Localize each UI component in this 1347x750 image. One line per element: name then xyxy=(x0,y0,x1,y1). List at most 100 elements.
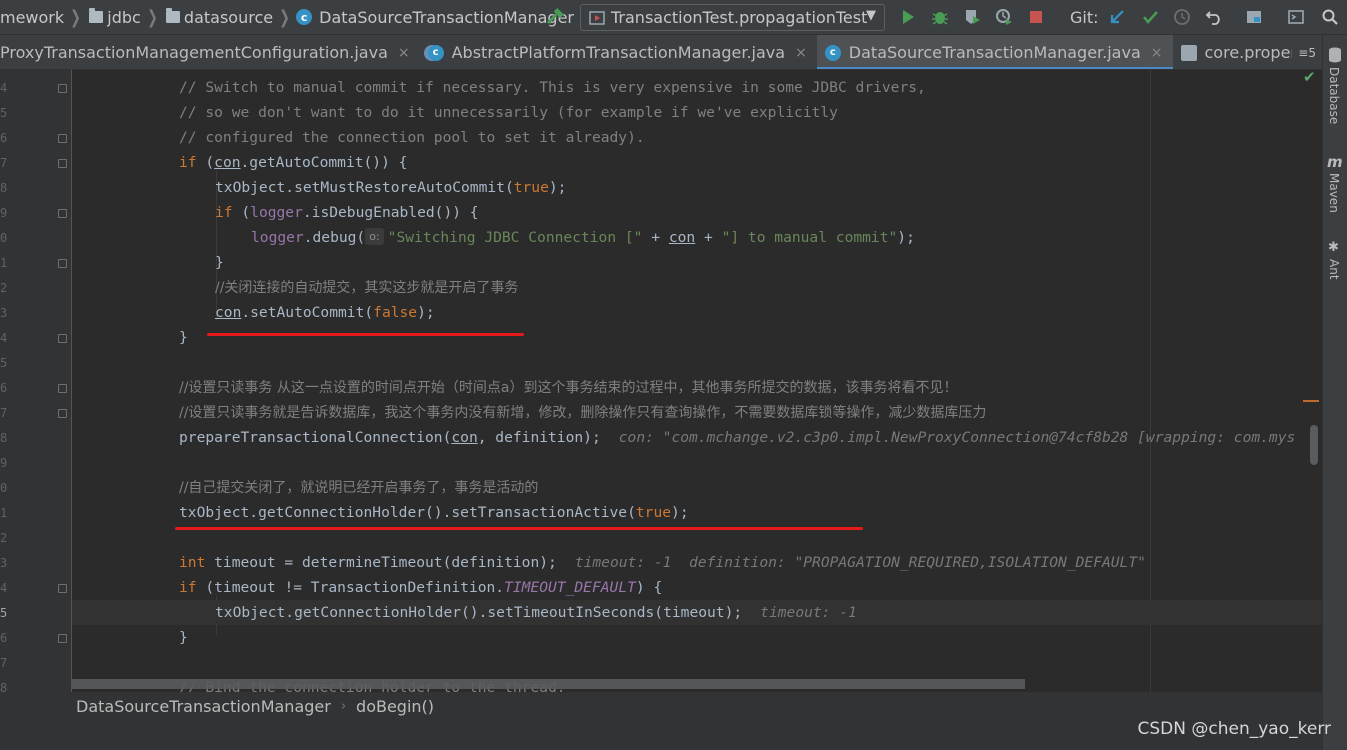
fold-marker-icon[interactable] xyxy=(58,259,67,268)
close-icon[interactable]: × xyxy=(398,45,410,61)
history-icon[interactable] xyxy=(1168,3,1196,31)
current-code-line: txObject.getConnectionHolder().setTimeou… xyxy=(72,600,1322,625)
coverage-icon[interactable] xyxy=(958,3,986,31)
code-line: } xyxy=(179,325,1322,350)
fold-marker-icon[interactable] xyxy=(58,159,67,168)
breadcrumb-label: datasource xyxy=(183,7,274,27)
fold-marker-icon[interactable] xyxy=(58,334,67,343)
run-configuration-select[interactable]: TransactionTest.propagationTest ▼ xyxy=(580,4,885,31)
search-icon[interactable] xyxy=(1316,3,1344,31)
line-number: 6 xyxy=(0,381,8,395)
code-line: // configured the connection pool to set… xyxy=(179,125,1322,150)
code-text: .getAutoCommit()) { xyxy=(240,154,408,171)
code-editor[interactable]: // Switch to manual commit if necessary.… xyxy=(72,70,1322,692)
code-line: // so we don't want to do it unnecessari… xyxy=(179,100,1322,125)
fold-marker-icon[interactable] xyxy=(58,584,67,593)
code-text: } xyxy=(179,629,188,646)
tab-abstract-platform-tm[interactable]: c AbstractPlatformTransactionManager.jav… xyxy=(420,35,817,69)
code-line: if (timeout != TransactionDefinition.TIM… xyxy=(179,575,1322,600)
line-number: 7 xyxy=(0,406,8,420)
breadcrumb-item[interactable]: datasource xyxy=(164,0,273,35)
string-literal: "] to manual commit" xyxy=(721,229,898,246)
code-text: , definition); xyxy=(477,429,601,446)
database-icon[interactable] xyxy=(1328,47,1342,67)
class-icon: c xyxy=(824,44,841,61)
project-structure-icon[interactable] xyxy=(1240,3,1268,31)
tool-window-database[interactable]: Database xyxy=(1327,67,1341,124)
code-line: if (con.getAutoCommit()) { xyxy=(179,150,1322,175)
tab-overflow-label: ≡5 xyxy=(1298,45,1316,60)
terminal-window-icon[interactable] xyxy=(1282,3,1310,31)
line-number: 8 xyxy=(0,431,8,445)
line-number: 5 xyxy=(0,356,8,370)
ant-icon[interactable]: ✱ xyxy=(1328,240,1339,255)
breadcrumb-item[interactable]: jdbc xyxy=(87,0,141,35)
tool-window-ant[interactable]: Ant xyxy=(1327,259,1341,280)
line-number: 4 xyxy=(0,81,8,95)
line-number: 2 xyxy=(0,531,8,545)
tab-label: AbstractPlatformTransactionManager.java xyxy=(451,43,786,62)
keyword: if xyxy=(179,154,197,171)
code-comment: // Switch to manual commit if necessary.… xyxy=(179,79,926,96)
code-text: ); xyxy=(417,304,435,321)
rollback-icon[interactable] xyxy=(1200,3,1228,31)
debug-icon[interactable] xyxy=(926,3,954,31)
breadcrumb-item[interactable]: mework xyxy=(0,0,64,35)
code-text: ( xyxy=(232,204,251,221)
tab-proxy-transaction-config[interactable]: ProxyTransactionManagementConfiguration.… xyxy=(0,35,420,69)
keyword: true xyxy=(635,504,672,521)
breadcrumb-method[interactable]: doBegin() xyxy=(356,697,434,716)
fold-marker-icon[interactable] xyxy=(58,409,67,418)
horizontal-scrollbar[interactable] xyxy=(72,679,1025,689)
code-line: //设置只读事务 从这一点设置的时间点开始（时间点a）到这个事务结束的过程中，其… xyxy=(179,375,1322,400)
vcs-commit-icon[interactable] xyxy=(1136,3,1164,31)
close-icon[interactable]: × xyxy=(1151,45,1163,61)
line-number: 7 xyxy=(0,156,8,170)
code-text: ); xyxy=(671,504,689,521)
code-comment: //设置只读事务 从这一点设置的时间点开始（时间点a）到这个事务结束的过程中，其… xyxy=(179,380,958,396)
fold-marker-icon[interactable] xyxy=(58,134,67,143)
vcs-update-icon[interactable] xyxy=(1103,3,1131,31)
chevron-right-icon: › xyxy=(340,699,347,714)
breadcrumb-label: mework xyxy=(0,7,65,27)
close-icon[interactable]: × xyxy=(795,45,807,61)
line-number: 5 xyxy=(0,106,8,120)
tab-label: ProxyTransactionManagementConfiguration.… xyxy=(0,43,388,62)
code-line: //自己提交关闭了，就说明已经开启事务了，事务是活动的 xyxy=(179,475,1322,500)
code-line: //设置只读事务就是告诉数据库，我这个事务内没有新增，修改，删除操作只有查询操作… xyxy=(179,400,1322,425)
code-text: .setAutoCommit( xyxy=(241,304,374,321)
run-icon[interactable] xyxy=(894,3,922,31)
fold-marker-icon[interactable] xyxy=(58,634,67,643)
code-text: ) { xyxy=(635,579,663,596)
chevron-right-icon: ❯ xyxy=(70,6,81,28)
navigation-bar: mework ❯ jdbc ❯ datasource ❯ c DataSource… xyxy=(0,0,1347,35)
vertical-scrollbar[interactable] xyxy=(1310,425,1318,465)
breadcrumb-class[interactable]: DataSourceTransactionManager xyxy=(76,697,331,716)
build-hammer-icon[interactable] xyxy=(541,3,569,31)
fold-marker-icon[interactable] xyxy=(58,84,67,93)
tab-overflow-button[interactable]: ≡5 xyxy=(1292,35,1322,69)
profiler-icon[interactable] xyxy=(990,3,1018,31)
tab-datasource-tm[interactable]: c DataSourceTransactionManager.java × xyxy=(816,35,1173,69)
line-number: 3 xyxy=(0,556,8,570)
maven-icon[interactable]: m xyxy=(1327,153,1343,171)
fold-marker-icon[interactable] xyxy=(58,209,67,218)
breadcrumb-label: DataSourceTransactionManager xyxy=(319,7,574,27)
line-number: 2 xyxy=(0,281,8,295)
code-text: txObject.getConnectionHolder().setTransa… xyxy=(179,504,636,521)
properties-file-icon xyxy=(1180,44,1197,61)
variable-con: con xyxy=(215,304,242,321)
line-number: 5 xyxy=(0,606,8,620)
code-line: if (logger.isDebugEnabled()) { xyxy=(215,200,1322,225)
line-number: 4 xyxy=(0,581,8,595)
run-config-icon xyxy=(589,10,605,25)
error-stripe-marker[interactable] xyxy=(1303,400,1319,402)
fold-marker-icon[interactable] xyxy=(58,384,67,393)
code-comment: //设置只读事务就是告诉数据库，我这个事务内没有新增，修改，删除操作只有查询操作… xyxy=(179,405,987,421)
stop-icon[interactable] xyxy=(1022,3,1050,31)
tool-window-maven[interactable]: Maven xyxy=(1327,173,1341,213)
folder-icon xyxy=(89,8,104,23)
code-text: txObject.getConnectionHolder().setTimeou… xyxy=(215,604,743,621)
breadcrumb-item[interactable]: c DataSourceTransactionManager xyxy=(296,0,574,35)
line-number: 9 xyxy=(0,456,8,470)
